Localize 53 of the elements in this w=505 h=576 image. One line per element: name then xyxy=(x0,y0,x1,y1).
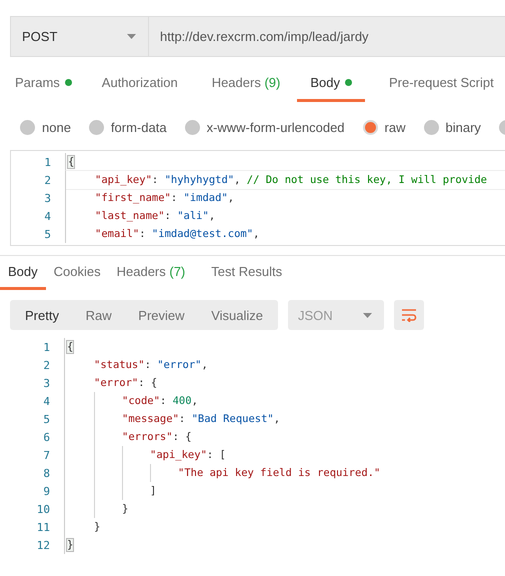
view-mode-tab[interactable]: Preview xyxy=(128,308,195,322)
code-line: "errors": { xyxy=(122,431,192,443)
body-type-radio[interactable]: binary xyxy=(424,120,481,134)
line-number: 12 xyxy=(36,538,51,552)
line-number: 5 xyxy=(43,228,52,240)
code-line: "error": { xyxy=(94,377,158,389)
body-type-radio[interactable]: form-data xyxy=(88,120,167,134)
body-type-radio[interactable]: x-www-form-urlencoded xyxy=(184,120,345,134)
line-number: 8 xyxy=(42,466,51,480)
code-line: "last_name": "ali", xyxy=(95,210,216,222)
view-mode-tab[interactable]: Raw xyxy=(76,308,122,322)
response-tab[interactable]: Test Results xyxy=(203,264,290,290)
line-number: 6 xyxy=(42,430,51,444)
code-line: } xyxy=(94,521,100,533)
body-type-radio[interactable]: none xyxy=(20,120,71,134)
response-tab[interactable]: Cookies xyxy=(46,264,109,290)
line-number: 4 xyxy=(42,394,51,408)
line-number: 9 xyxy=(42,484,51,498)
line-number: 1 xyxy=(43,156,52,168)
code-line: ] xyxy=(150,485,156,497)
line-number: 4 xyxy=(43,210,52,222)
caret-icon xyxy=(363,312,372,318)
line-number: 7 xyxy=(42,448,51,462)
code-line: } xyxy=(122,503,128,515)
line-number: 11 xyxy=(36,520,51,534)
request-tab[interactable]: Body xyxy=(297,75,365,102)
request-tab[interactable]: Params xyxy=(15,75,72,102)
wrap-lines-button[interactable] xyxy=(394,300,424,330)
line-number: 2 xyxy=(43,174,52,186)
line-number: 5 xyxy=(42,412,51,426)
request-tab[interactable]: Authorization xyxy=(102,75,178,102)
code-line: "status": "error", xyxy=(94,359,208,371)
view-mode-tab[interactable]: Visualize xyxy=(201,308,273,322)
code-line: "The api key field is required." xyxy=(178,467,380,479)
code-line: "code": 400, xyxy=(122,395,198,407)
response-tab[interactable]: Body xyxy=(0,264,46,290)
request-tab[interactable]: Headers (9) xyxy=(212,75,280,102)
line-number: 3 xyxy=(43,192,52,204)
code-line: "api_key": [ xyxy=(150,449,226,461)
code-line: "api_key": "hyhyhygtd", // Do not use this key, I will provide xyxy=(95,174,487,186)
line-number: 3 xyxy=(42,376,51,390)
body-type-radio[interactable]: raw xyxy=(362,120,406,134)
request-body-editor[interactable]: 1 { 2 "api_key": "hyhyhygtd", // Do not use this key, I will provide 3 "first_name": "imdad", 4 "last_name": "ali", 5 "email": "imdad@test.com", xyxy=(10,150,505,246)
line-number: 10 xyxy=(36,502,51,516)
code-line: "message": "Bad Request", xyxy=(122,413,280,425)
request-tab[interactable]: Pre-request Script xyxy=(388,75,494,102)
line-number: 2 xyxy=(42,358,51,372)
response-tab[interactable]: Headers (7) xyxy=(108,264,194,290)
wrap-lines-icon xyxy=(401,308,417,322)
code-line: "first_name": "imdad", xyxy=(95,192,234,204)
view-mode-tab[interactable]: Pretty xyxy=(15,308,69,322)
code-line: "email": "imdad@test.com", xyxy=(95,228,260,240)
line-number: 1 xyxy=(42,340,51,354)
